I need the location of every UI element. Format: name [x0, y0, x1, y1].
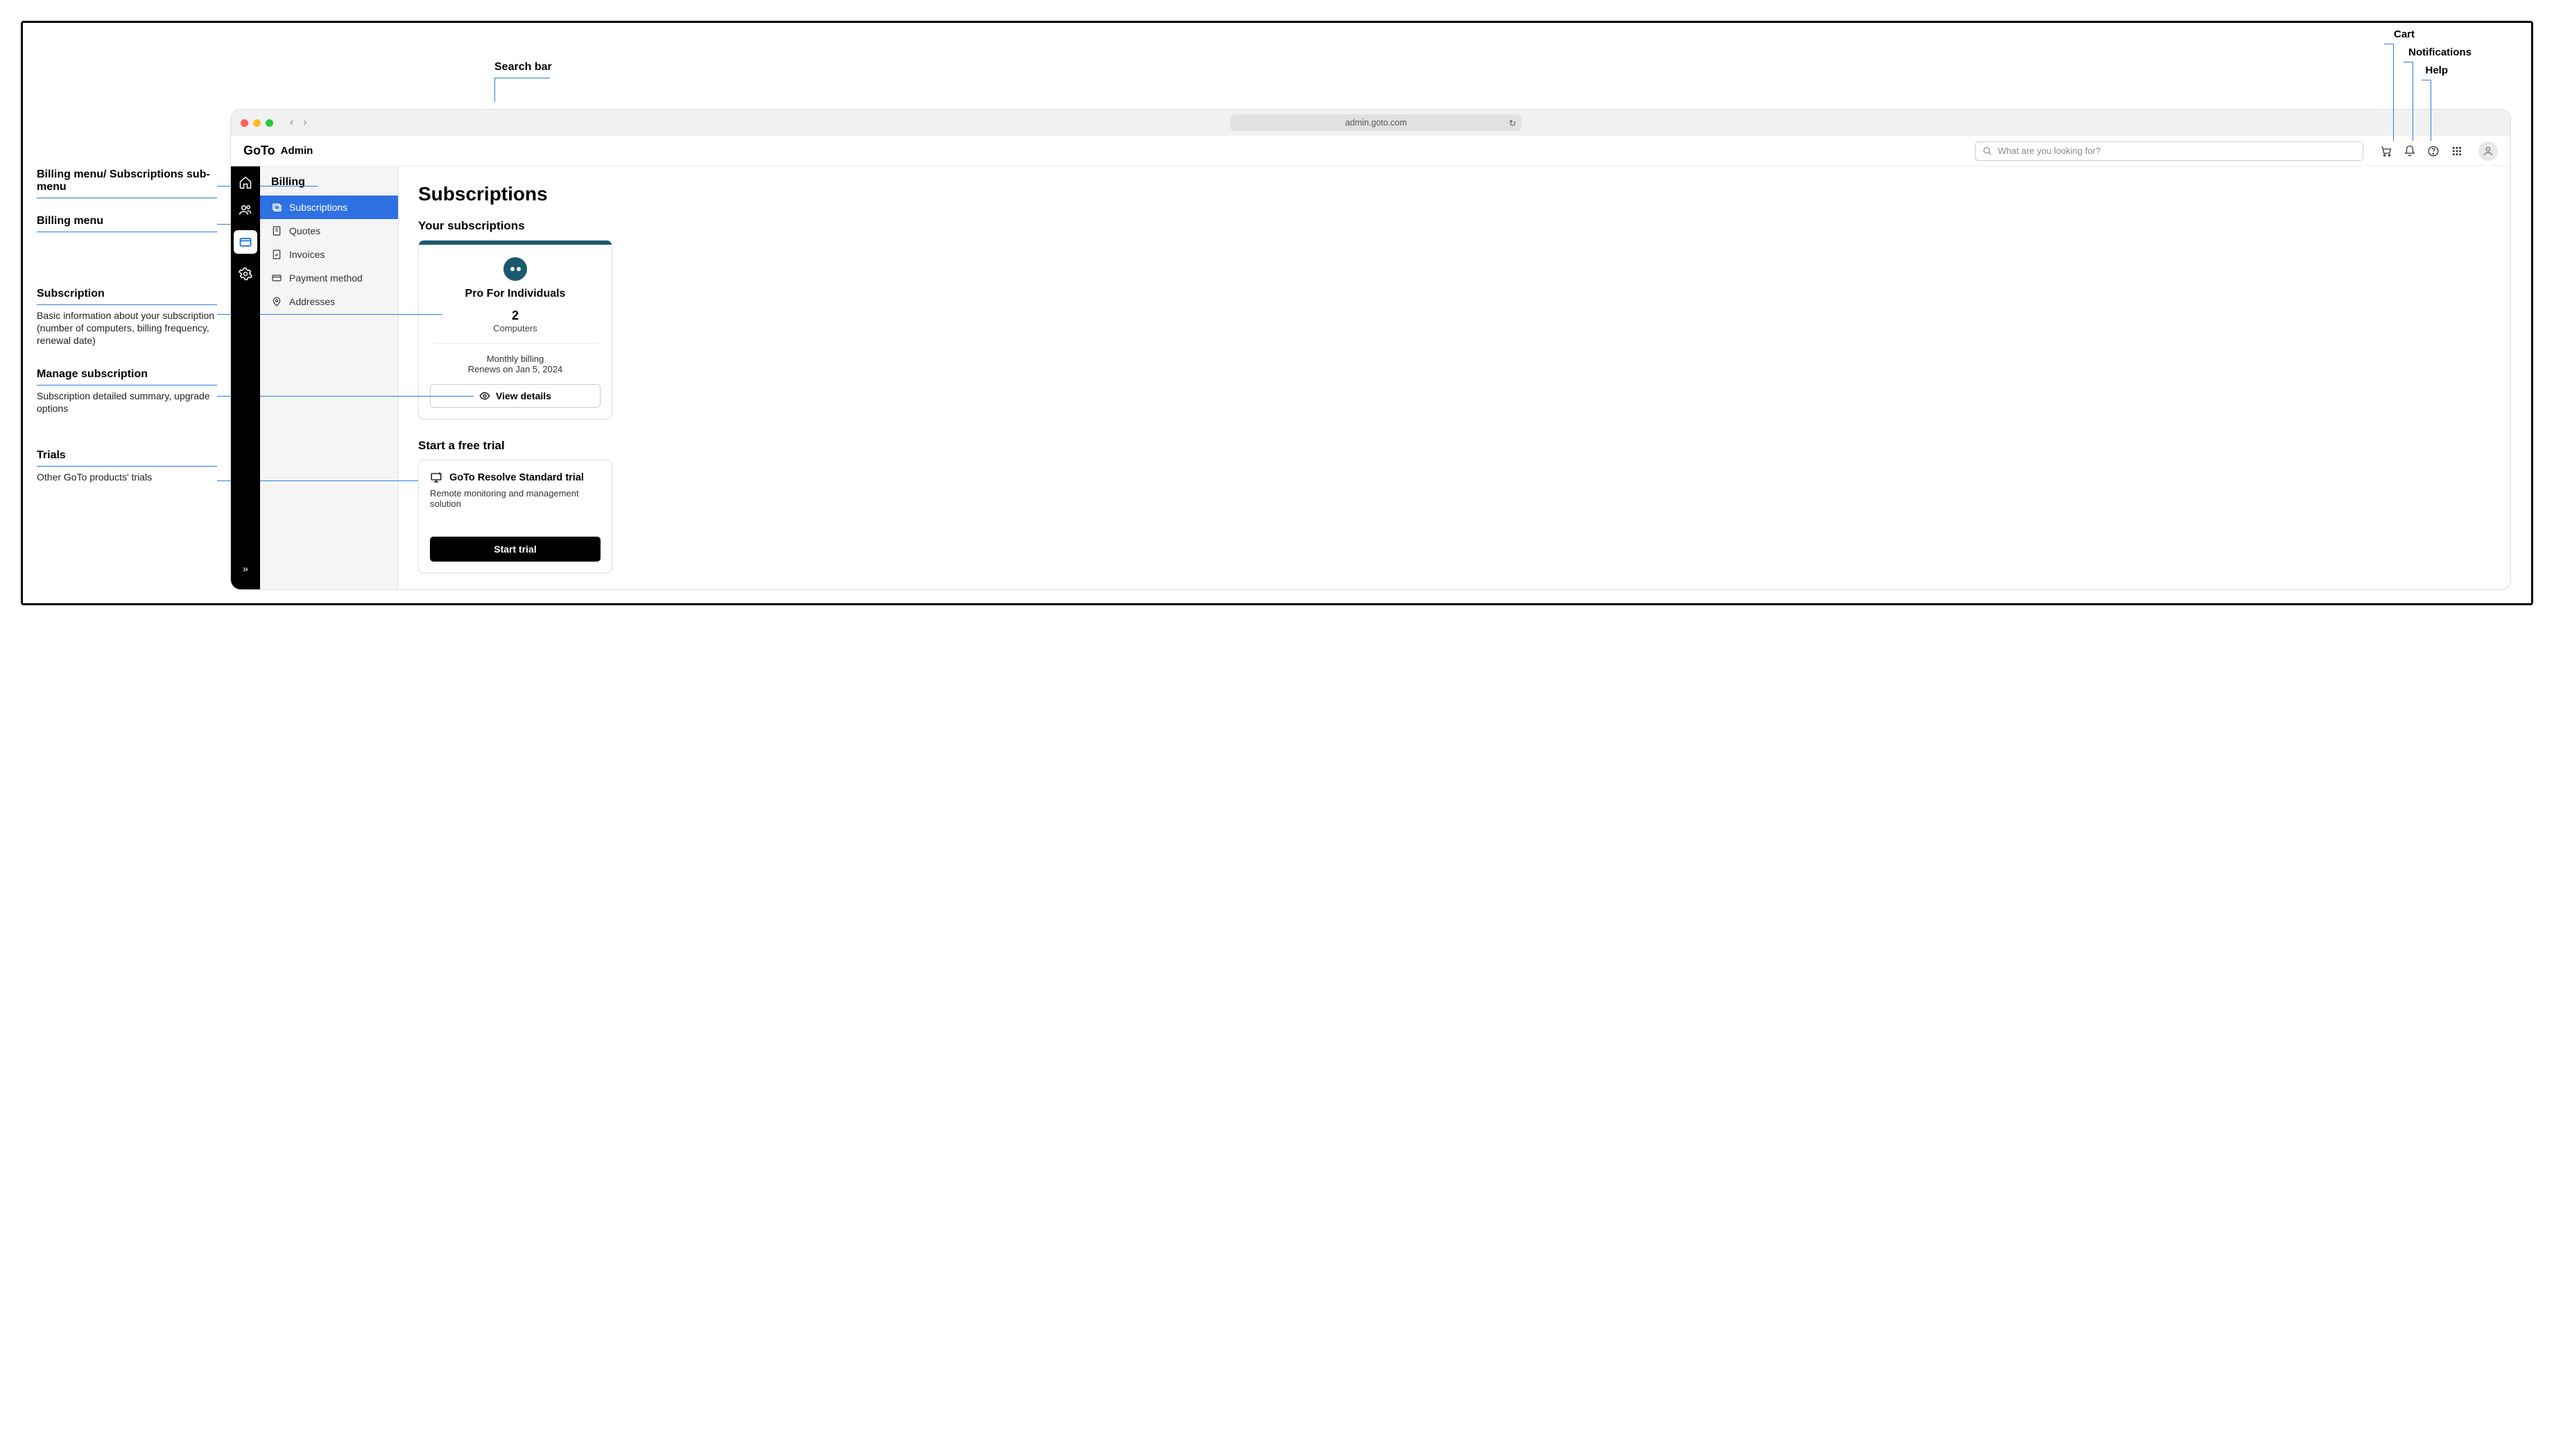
- billing-submenu: Billing Subscriptions Quotes Invoices Pa…: [260, 166, 399, 589]
- subscription-renews: Renews on Jan 5, 2024: [430, 364, 601, 374]
- close-window-icon[interactable]: [241, 119, 248, 127]
- annotation-billing-submenu: Billing menu/ Subscriptions sub-menu: [37, 168, 217, 198]
- subscription-card: Pro For Individuals 2 Computers Monthly …: [418, 240, 612, 419]
- notifications-icon[interactable]: [2404, 145, 2416, 157]
- invoices-icon: [271, 249, 282, 260]
- help-icon[interactable]: [2427, 145, 2440, 157]
- nav-back-icon[interactable]: ‹: [290, 116, 293, 129]
- annotation-notifications: Notifications: [2408, 46, 2471, 58]
- main-content: Subscriptions Your subscriptions Pro For…: [399, 166, 2510, 589]
- rail-settings-icon[interactable]: [238, 266, 253, 281]
- view-details-label: View details: [496, 390, 551, 401]
- submenu-item-label: Subscriptions: [289, 202, 347, 213]
- url-text: admin.goto.com: [1345, 118, 1407, 128]
- subscription-product-name: Pro For Individuals: [430, 288, 601, 300]
- logo-mark: GoTo: [243, 144, 275, 158]
- browser-window: ‹ › admin.goto.com ↻ GoTo Admin What are…: [231, 110, 2510, 589]
- rail-billing-icon[interactable]: [234, 230, 257, 254]
- app-header: GoTo Admin What are you looking for?: [231, 136, 2510, 166]
- annotation-trials: Trials Other GoTo products' trials: [37, 449, 217, 483]
- product-logo-icon: [503, 257, 527, 281]
- window-controls[interactable]: [241, 119, 273, 127]
- start-trial-button[interactable]: Start trial: [430, 537, 601, 562]
- quotes-icon: [271, 225, 282, 236]
- search-placeholder: What are you looking for?: [1998, 146, 2100, 156]
- maximize-window-icon[interactable]: [266, 119, 273, 127]
- user-icon: [2483, 146, 2494, 157]
- trial-name: GoTo Resolve Standard trial: [449, 472, 584, 483]
- rail-people-icon[interactable]: [238, 202, 253, 218]
- search-input[interactable]: What are you looking for?: [1975, 141, 2363, 161]
- trial-description: Remote monitoring and management solutio…: [430, 488, 601, 509]
- page-title: Subscriptions: [418, 183, 2491, 205]
- nav-forward-icon[interactable]: ›: [303, 116, 307, 129]
- rail-home-icon[interactable]: [238, 175, 253, 190]
- annotation-help: Help: [2425, 64, 2448, 76]
- reload-icon[interactable]: ↻: [1509, 118, 1516, 128]
- annotation-manage-subscription: Manage subscription Subscription detaile…: [37, 368, 217, 415]
- submenu-addresses[interactable]: Addresses: [260, 290, 398, 313]
- trial-card: GoTo Resolve Standard trial Remote monit…: [418, 460, 612, 573]
- rail-expand-icon[interactable]: »: [243, 563, 248, 581]
- avatar[interactable]: [2478, 141, 2498, 161]
- submenu-subscriptions[interactable]: Subscriptions: [260, 196, 398, 219]
- app-name: Admin: [281, 145, 313, 157]
- search-icon: [1983, 146, 1992, 156]
- subscription-unit: Computers: [430, 323, 601, 333]
- eye-icon: [479, 390, 490, 401]
- annotation-search-bar: Search bar: [494, 61, 552, 102]
- minimize-window-icon[interactable]: [253, 119, 261, 127]
- apps-grid-icon[interactable]: [2451, 145, 2463, 157]
- annotation-subscription: Subscription Basic information about you…: [37, 288, 217, 347]
- subscription-count: 2: [430, 309, 601, 323]
- submenu-quotes[interactable]: Quotes: [260, 219, 398, 243]
- monitor-icon: [430, 471, 442, 484]
- submenu-item-label: Invoices: [289, 249, 325, 260]
- your-subscriptions-heading: Your subscriptions: [418, 219, 2491, 233]
- submenu-item-label: Addresses: [289, 296, 335, 307]
- subscriptions-icon: [271, 202, 282, 213]
- payment-icon: [271, 272, 282, 284]
- submenu-payment-method[interactable]: Payment method: [260, 266, 398, 290]
- annotation-cart: Cart: [2394, 28, 2415, 40]
- submenu-item-label: Quotes: [289, 225, 320, 236]
- submenu-item-label: Payment method: [289, 272, 363, 284]
- browser-titlebar: ‹ › admin.goto.com ↻: [231, 110, 2510, 136]
- url-bar[interactable]: admin.goto.com ↻: [1230, 114, 1521, 131]
- addresses-icon: [271, 296, 282, 307]
- start-trial-heading: Start a free trial: [418, 439, 2491, 453]
- annotation-billing-menu: Billing menu: [37, 215, 217, 232]
- submenu-invoices[interactable]: Invoices: [260, 243, 398, 266]
- cart-icon[interactable]: [2380, 145, 2392, 157]
- app-logo[interactable]: GoTo Admin: [243, 144, 313, 158]
- nav-rail: »: [231, 166, 260, 589]
- subscription-billing: Monthly billing: [430, 354, 601, 364]
